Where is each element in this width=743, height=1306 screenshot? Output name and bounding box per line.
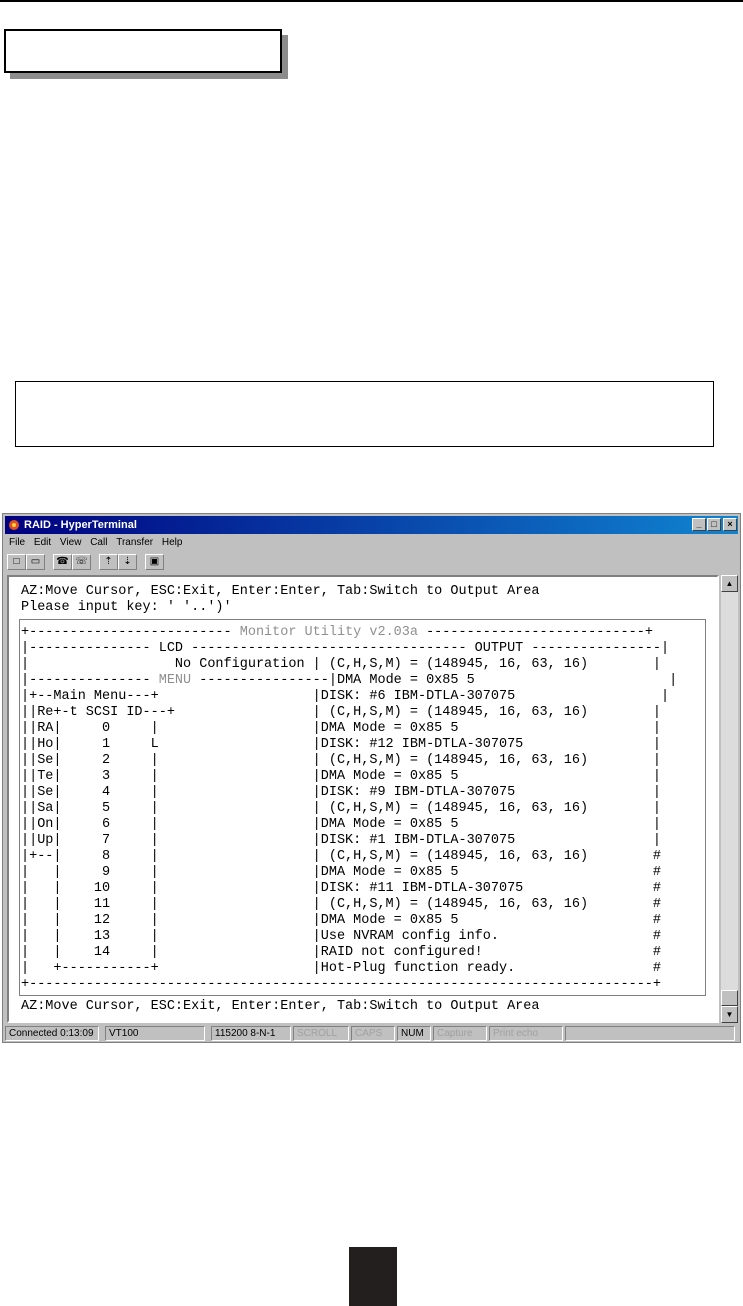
terminal-row: ||Te| 3 | |DMA Mode = 0x85 5 | [21,769,662,784]
window-title: RAID - HyperTerminal [24,519,137,531]
terminal-row: ||RA| 0 | |DMA Mode = 0x85 5 | [21,721,662,736]
menu-bar: File Edit View Call Transfer Help [6,535,185,551]
terminal-line: |--------------- LCD -------------------… [21,641,670,656]
menu-header: |--------------- MENU ----------------|D… [21,673,678,688]
close-button[interactable]: × [723,518,737,531]
terminal-row: |+--Main Menu---+ |DISK: #6 IBM-DTLA-307… [21,689,670,704]
terminal-line: AZ:Move Cursor, ESC:Exit, Enter:Enter, T… [21,584,540,599]
status-capture: Capture [433,1026,487,1041]
maximize-button[interactable]: □ [707,518,721,531]
terminal-row: |+--| 8 | | (C,H,S,M) = (148945, 16, 63,… [21,849,662,864]
section-heading-box [4,29,282,73]
terminal-row: ||Se| 2 | | (C,H,S,M) = (148945, 16, 63,… [21,753,662,768]
status-connected: Connected 0:13:09 [5,1026,99,1041]
properties-icon[interactable]: ▣ [145,554,164,570]
status-scroll: SCROLL [293,1026,349,1041]
hyperterminal-icon [9,520,19,530]
terminal-row: | | 11 | | (C,H,S,M) = (148945, 16, 63, … [21,897,662,912]
scroll-up-icon[interactable]: ▲ [721,575,738,592]
terminal-row: | +-----------+ |Hot-Plug function ready… [21,961,662,976]
receive-icon[interactable]: ⇣ [118,554,137,570]
phone-icon[interactable]: ☎ [53,554,72,570]
menu-call[interactable]: Call [90,537,107,548]
terminal-footer: AZ:Move Cursor, ESC:Exit, Enter:Enter, T… [21,999,540,1014]
terminal-row: ||On| 6 | |DMA Mode = 0x85 5 | [21,817,662,832]
status-emulation: VT100 [105,1026,205,1041]
terminal-row: | | 9 | |DMA Mode = 0x85 5 # [21,865,662,880]
terminal-row: ||Ho| 1 L |DISK: #12 IBM-DTLA-307075 | [21,737,662,752]
minimize-button[interactable]: _ [692,518,706,531]
terminal-row: | | 12 | |DMA Mode = 0x85 5 # [21,913,662,928]
title-bar[interactable]: RAID - HyperTerminal _ □ × [5,516,738,534]
menu-view[interactable]: View [60,537,82,548]
terminal-row: | | 13 | |Use NVRAM config info. # [21,929,662,944]
status-port: 115200 8-N-1 [211,1026,291,1041]
scroll-thumb[interactable] [721,990,738,1006]
terminal-row: +---------------------------------------… [21,977,662,992]
scroll-down-icon[interactable]: ▼ [721,1006,738,1023]
terminal-row: ||Se| 4 | |DISK: #9 IBM-DTLA-307075 | [21,785,662,800]
send-icon[interactable]: ⇡ [99,554,118,570]
top-rule [0,0,743,2]
terminal-row: ||Up| 7 | |DISK: #1 IBM-DTLA-307075 | [21,833,662,848]
vertical-scrollbar[interactable]: ▲ ▼ [721,575,738,1023]
terminal-row: | | 14 | |RAID not configured! # [21,945,662,960]
new-icon[interactable]: □ [7,554,26,570]
terminal-line: | No Configuration | (C,H,S,M) = (148945… [21,657,662,672]
note-box [15,381,714,447]
terminal-row: | | 10 | |DISK: #11 IBM-DTLA-307075 # [21,881,662,896]
status-print-echo: Print echo [489,1026,563,1041]
status-caps: CAPS [351,1026,395,1041]
menu-edit[interactable]: Edit [34,537,51,548]
terminal-line: Please input key: ' '..')' [21,600,232,615]
open-icon[interactable]: ▭ [26,554,45,570]
hyperterminal-window: RAID - HyperTerminal _ □ × File Edit Vie… [2,513,741,1043]
disconnect-icon[interactable]: ☏ [72,554,91,570]
monitor-header: +------------------------- Monitor Utili… [21,625,653,640]
terminal-row: ||Sa| 5 | | (C,H,S,M) = (148945, 16, 63,… [21,801,662,816]
status-num: NUM [397,1026,431,1041]
menu-file[interactable]: File [9,537,25,548]
menu-help[interactable]: Help [162,537,183,548]
menu-transfer[interactable]: Transfer [116,537,153,548]
terminal-row: ||Re+-t SCSI ID---+ | (C,H,S,M) = (14894… [21,705,662,720]
terminal-screen[interactable]: AZ:Move Cursor, ESC:Exit, Enter:Enter, T… [7,575,719,1023]
status-empty [565,1026,735,1041]
page-number-tab [349,1247,397,1306]
